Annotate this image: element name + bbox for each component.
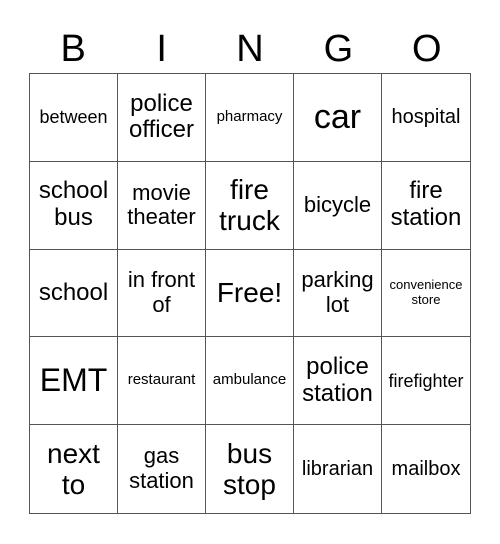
bingo-cell[interactable]: fire station (382, 162, 470, 250)
bingo-cell[interactable]: police station (294, 337, 382, 426)
bingo-cell[interactable]: school (30, 249, 118, 338)
bingo-cell[interactable]: ambulance (206, 337, 294, 426)
bingo-cell[interactable]: hospital (382, 74, 470, 162)
bingo-cell[interactable]: parking lot (294, 249, 382, 338)
free-space[interactable]: Free! (206, 249, 294, 338)
bingo-cell[interactable]: police officer (118, 74, 206, 162)
bingo-header: B I N G O (29, 26, 471, 72)
bingo-cell[interactable]: car (294, 74, 382, 162)
bingo-grid: between police officer pharmacy car hosp… (29, 73, 471, 514)
bingo-cell[interactable]: next to (30, 425, 118, 513)
bingo-cell[interactable]: bicycle (294, 161, 382, 250)
bingo-cell[interactable]: librarian (294, 425, 382, 513)
bingo-cell[interactable]: movie theater (118, 161, 206, 250)
bingo-cell[interactable]: pharmacy (206, 74, 294, 162)
bingo-cell[interactable]: firefighter (382, 337, 470, 426)
header-letter-i: I (156, 28, 167, 70)
bingo-cell[interactable]: bus stop (206, 425, 294, 513)
bingo-cell[interactable]: restaurant (118, 337, 206, 426)
bingo-cell[interactable]: school bus (30, 161, 118, 250)
bingo-cell[interactable]: in front of (118, 249, 206, 338)
header-letter-o: O (412, 28, 442, 70)
bingo-cell[interactable]: convenience store (382, 250, 470, 338)
bingo-cell[interactable]: mailbox (382, 425, 470, 513)
bingo-cell[interactable]: between (30, 74, 118, 162)
header-letter-b: B (60, 28, 86, 70)
bingo-cell[interactable]: EMT (30, 337, 118, 426)
bingo-cell[interactable]: fire truck (206, 161, 294, 250)
header-letter-g: G (323, 28, 354, 70)
header-letter-n: N (236, 28, 264, 70)
bingo-cell[interactable]: gas station (118, 425, 206, 513)
